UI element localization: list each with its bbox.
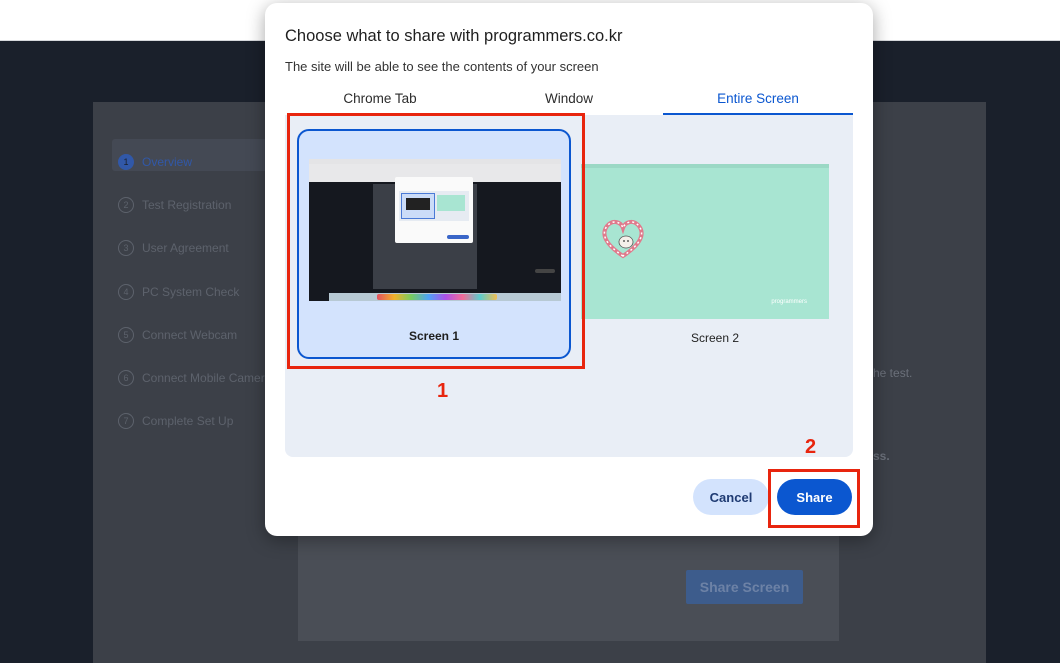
step-label: Overview [142,154,193,169]
annotation-box-share [768,469,860,528]
share-screen-button[interactable]: Share Screen [686,570,803,604]
screen-2-tile[interactable]: programmers Screen 2 [581,129,849,359]
annotation-box-screen-1 [287,113,585,369]
cancel-button[interactable]: Cancel [693,479,769,515]
step-label: PC System Check [142,284,240,299]
screen-2-preview: programmers [581,164,829,319]
step-number: 4 [118,283,134,300]
preview-logo: programmers [771,299,807,305]
share-source-tabs: Chrome Tab Window Entire Screen [285,89,853,115]
tab-entire-screen[interactable]: Entire Screen [663,89,853,115]
preview-menubar [581,164,829,168]
step-number: 6 [118,370,134,387]
step-label: Complete Set Up [142,414,234,429]
step-label: Connect Webcam [142,327,238,342]
step-number: 5 [118,326,134,343]
heart-wallpaper-icon [602,219,644,259]
step-number: 2 [118,196,134,213]
step-label: User Agreement [142,241,229,256]
dialog-title: Choose what to share with programmers.co… [285,27,623,45]
step-number: 1 [118,153,134,170]
annotation-number-2: 2 [805,436,817,458]
step-label: Test Registration [142,197,232,212]
dialog-subtitle: The site will be able to see the content… [285,59,599,74]
screen-2-label: Screen 2 [690,331,740,345]
step-number: 3 [118,240,134,257]
tab-chrome-tab[interactable]: Chrome Tab [285,89,475,115]
instruction-text-fragment: he test. [873,366,913,380]
step-label: Connect Mobile Camera [142,371,272,386]
annotation-number-1: 1 [437,380,449,402]
step-number: 7 [118,413,134,430]
tab-window[interactable]: Window [474,89,664,115]
instruction-text-fragment: ss. [873,449,890,463]
